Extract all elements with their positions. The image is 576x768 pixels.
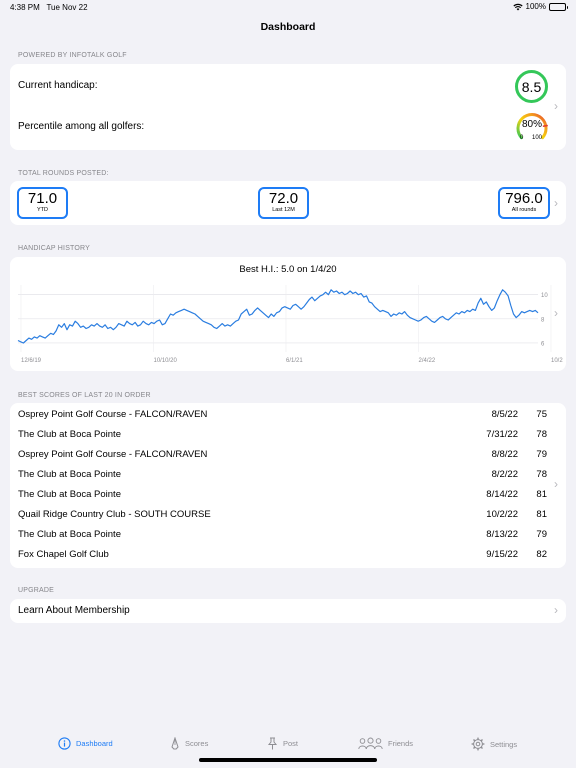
chevron-right-icon: › xyxy=(554,306,558,320)
status-indicators: 100% xyxy=(512,2,568,11)
handicap-card[interactable]: Current handicap: 8.5 › Percentile among… xyxy=(10,64,566,150)
chevron-right-icon: › xyxy=(554,99,558,113)
x-tick-label: 2/4/22 xyxy=(419,358,436,364)
scores-card[interactable]: Osprey Point Golf Course - FALCON/RAVEN 8… xyxy=(10,403,566,568)
score-course: The Club at Boca Pointe xyxy=(18,529,121,540)
y-tick-label: 8 xyxy=(541,317,545,323)
status-time: 4:38 PM Tue Nov 22 xyxy=(10,3,88,12)
pen-icon xyxy=(171,737,179,750)
rounds-ytd-box: 71.0 YTD xyxy=(17,187,68,219)
score-date: 8/2/22 xyxy=(491,469,518,480)
battery-percent: 100% xyxy=(525,2,546,11)
score-value: 79 xyxy=(536,529,547,540)
rounds-all-box: 796.0 All rounds xyxy=(498,187,550,219)
rounds-all-label: All rounds xyxy=(511,207,537,213)
score-date: 10/2/22 xyxy=(486,509,518,520)
gauge-min-label: 0 xyxy=(520,135,524,141)
score-course: The Club at Boca Pointe xyxy=(18,429,121,440)
people-icon xyxy=(358,737,383,750)
score-value: 82 xyxy=(536,549,547,560)
rounds-12m-box: 72.0 Last 12M xyxy=(258,187,309,219)
membership-link-label: Learn About Membership xyxy=(18,605,130,616)
score-row: Fox Chapel Golf Club 9/15/22 82 xyxy=(10,545,566,565)
rounds-card[interactable]: 71.0 YTD 72.0 Last 12M 796.0 All rounds … xyxy=(10,181,566,225)
score-row: Quail Ridge Country Club - SOUTH COURSE 1… xyxy=(10,505,566,525)
membership-link[interactable]: Learn About Membership › xyxy=(10,599,566,623)
current-handicap-label: Current handicap: xyxy=(18,80,98,91)
battery-icon xyxy=(549,2,568,11)
tab-label: Dashboard xyxy=(76,739,113,748)
score-row: The Club at Boca Pointe 8/13/22 79 xyxy=(10,525,566,545)
chevron-right-icon: › xyxy=(554,477,558,491)
score-date: 9/15/22 xyxy=(486,549,518,560)
score-value: 78 xyxy=(536,469,547,480)
x-tick-label: 10/10/20 xyxy=(154,358,178,364)
score-row: Osprey Point Golf Course - FALCON/RAVEN 8… xyxy=(10,445,566,465)
tab-dashboard[interactable]: Dashboard xyxy=(58,737,113,750)
score-date: 8/8/22 xyxy=(491,449,518,460)
score-row: The Club at Boca Pointe 8/2/22 78 xyxy=(10,465,566,485)
x-tick-label: 6/1/21 xyxy=(286,358,303,364)
tab-bar: Dashboard Scores Post Friends Settings xyxy=(0,732,576,760)
score-row: The Club at Boca Pointe 7/31/22 78 xyxy=(10,425,566,445)
percentile-value: 80% xyxy=(521,119,542,130)
rounds-ytd-value: 71.0 xyxy=(27,190,58,207)
rounds-12m-value: 72.0 xyxy=(268,190,299,207)
section-header-rounds: TOTAL ROUNDS POSTED: xyxy=(18,170,109,177)
tab-label: Friends xyxy=(388,739,414,748)
current-handicap-ring: 8.5 xyxy=(515,70,548,103)
tab-label: Settings xyxy=(490,739,518,749)
tab-post[interactable]: Post xyxy=(267,737,298,750)
gear-icon xyxy=(471,737,485,751)
score-course: The Club at Boca Pointe xyxy=(18,489,121,500)
score-course: The Club at Boca Pointe xyxy=(18,469,121,480)
history-card[interactable]: Best H.I.: 5.0 on 1/4/20 10 8 6 12/6/19 10/1… xyxy=(10,257,566,371)
score-value: 79 xyxy=(536,449,547,460)
score-date: 8/13/22 xyxy=(486,529,518,540)
tab-friends[interactable]: Friends xyxy=(358,737,413,750)
section-header-history: HANDICAP HISTORY xyxy=(18,245,91,252)
score-course: Quail Ridge Country Club - SOUTH COURSE xyxy=(18,509,211,520)
score-value: 75 xyxy=(536,409,547,420)
score-value: 81 xyxy=(536,489,547,500)
chevron-right-icon: › xyxy=(554,196,558,210)
x-tick-label: 10/2 xyxy=(551,358,563,364)
score-date: 8/5/22 xyxy=(491,409,518,420)
section-header-scores: BEST SCORES OF LAST 20 IN ORDER xyxy=(18,392,151,399)
y-tick-label: 6 xyxy=(541,341,545,347)
score-row: The Club at Boca Pointe 8/14/22 81 xyxy=(10,485,566,505)
section-header-powered: POWERED BY INFOTALK GOLF xyxy=(18,52,127,59)
rounds-all-value: 796.0 xyxy=(505,190,543,207)
rounds-ytd-label: YTD xyxy=(37,207,48,213)
score-value: 81 xyxy=(536,509,547,520)
score-row: Osprey Point Golf Course - FALCON/RAVEN 8… xyxy=(10,405,566,425)
home-indicator xyxy=(199,758,377,762)
tab-settings[interactable]: Settings xyxy=(471,737,517,751)
status-bar: 4:38 PM Tue Nov 22 100% xyxy=(0,0,576,16)
pin-icon xyxy=(267,737,278,750)
info-icon xyxy=(58,737,71,750)
score-date: 8/14/22 xyxy=(486,489,518,500)
y-tick-label: 10 xyxy=(541,293,548,299)
percentile-label: Percentile among all golfers: xyxy=(18,121,145,132)
score-value: 78 xyxy=(536,429,547,440)
section-header-upgrade: UPGRADE xyxy=(18,587,55,594)
score-course: Osprey Point Golf Course - FALCON/RAVEN xyxy=(18,409,208,420)
gauge-max-label: 100 xyxy=(532,135,543,141)
tab-label: Post xyxy=(283,739,299,748)
tab-scores[interactable]: Scores xyxy=(170,737,208,750)
rounds-12m-label: Last 12M xyxy=(272,207,295,213)
current-handicap-value: 8.5 xyxy=(521,78,542,95)
tab-label: Scores xyxy=(185,739,209,748)
handicap-history-chart: 10 8 6 12/6/19 10/10/20 6/1/21 2/4/22 10/2 xyxy=(17,285,563,364)
score-course: Osprey Point Golf Course - FALCON/RAVEN xyxy=(18,449,208,460)
score-date: 7/31/22 xyxy=(486,429,518,440)
page-title: Dashboard xyxy=(260,21,316,33)
handicap-series-line xyxy=(17,289,539,344)
percentile-gauge: 80% 0 100 xyxy=(514,110,550,146)
wifi-icon xyxy=(512,3,523,10)
score-course: Fox Chapel Golf Club xyxy=(18,549,109,560)
chevron-right-icon: › xyxy=(554,603,558,617)
x-tick-label: 12/6/19 xyxy=(21,358,42,364)
